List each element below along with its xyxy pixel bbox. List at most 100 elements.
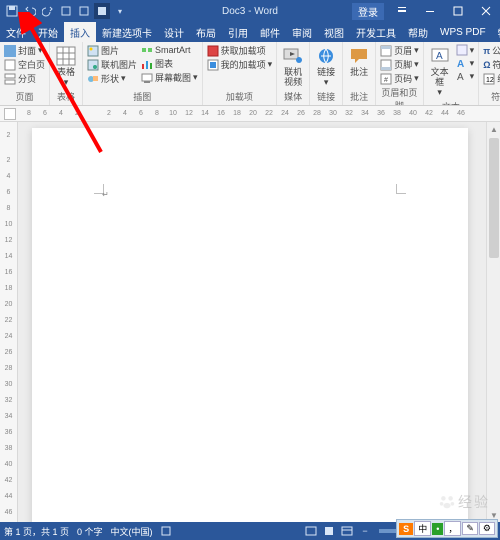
- group-label: 插图: [87, 89, 198, 105]
- picture-button[interactable]: 图片: [87, 44, 137, 57]
- number-button[interactable]: 12编号: [483, 72, 500, 85]
- ime-chip[interactable]: •: [432, 523, 443, 535]
- ime-chip[interactable]: ⚙: [479, 522, 495, 535]
- ime-chip[interactable]: 中: [414, 521, 431, 536]
- redo-icon[interactable]: [40, 3, 56, 19]
- margin-corner-icon: [396, 184, 406, 194]
- group-header-footer: 页眉 ▾ 页脚 ▾ #页码 ▾ 页眉和页脚: [376, 42, 424, 105]
- scroll-up-icon[interactable]: ▲: [487, 122, 500, 136]
- text-parts-button[interactable]: ▾: [456, 44, 475, 56]
- tab-design[interactable]: 设计: [158, 22, 190, 42]
- smartart-button[interactable]: SmartArt: [141, 44, 198, 56]
- chart-button[interactable]: 图表: [141, 57, 198, 70]
- tab-special[interactable]: 特色功能: [492, 22, 500, 42]
- group-tables: 表格▾ 表格: [50, 42, 83, 105]
- page-number-button[interactable]: #页码 ▾: [380, 72, 419, 85]
- group-label: 页面: [4, 89, 45, 105]
- tab-layout[interactable]: 布局: [190, 22, 222, 42]
- ribbon-tabs: 文件 开始 插入 新建选项卡 设计 布局 引用 邮件 审阅 视图 开发工具 帮助…: [0, 22, 500, 42]
- undo-icon[interactable]: [22, 3, 38, 19]
- group-illustrations: 图片 联机图片 形状 ▾ SmartArt 图表 屏幕截图 ▾ 插图: [83, 42, 203, 105]
- paragraph-mark-icon: ↵: [102, 190, 109, 199]
- status-word-count[interactable]: 0 个字: [77, 525, 103, 538]
- group-links: 链接▾ 链接: [310, 42, 343, 105]
- ime-chip[interactable]: S: [399, 523, 413, 535]
- status-language[interactable]: 中文(中国): [111, 525, 153, 538]
- vertical-scrollbar[interactable]: ▲ ▼: [486, 122, 500, 522]
- tab-selector[interactable]: [4, 108, 16, 120]
- group-text: A 文本框▾ ▾ A▾ A▾ 文本: [424, 42, 480, 105]
- save-icon[interactable]: [4, 3, 20, 19]
- maximize-icon[interactable]: [444, 0, 472, 22]
- ime-toolbar[interactable]: S 中 • ， ✎ ⚙: [396, 519, 498, 538]
- close-icon[interactable]: [472, 0, 500, 22]
- my-addins-button[interactable]: 我的加载项 ▾: [207, 58, 273, 71]
- footer-button[interactable]: 页脚 ▾: [380, 58, 419, 71]
- tab-insert[interactable]: 插入: [64, 22, 96, 42]
- qat-button[interactable]: [94, 3, 110, 19]
- document-page[interactable]: ↵: [32, 128, 468, 522]
- qat-more-icon[interactable]: ▾: [112, 3, 128, 19]
- tab-view[interactable]: 视图: [318, 22, 350, 42]
- title-bar: ▾ Doc3 - Word 登录: [0, 0, 500, 22]
- qat-button[interactable]: [76, 3, 92, 19]
- ime-chip[interactable]: ✎: [462, 522, 478, 535]
- group-symbols: π 公式 ▾ Ω 符号 ▾ 12编号 符号: [479, 42, 500, 105]
- vertical-ruler[interactable]: 2246810121416182022242628303234363840424…: [0, 122, 18, 522]
- tab-review[interactable]: 审阅: [286, 22, 318, 42]
- symbol-button[interactable]: Ω 符号 ▾: [483, 58, 500, 71]
- dropcap-button[interactable]: A▾: [456, 70, 475, 82]
- svg-text:A: A: [457, 59, 464, 69]
- tab-home[interactable]: 开始: [32, 22, 64, 42]
- tab-references[interactable]: 引用: [222, 22, 254, 42]
- group-label: 链接: [314, 89, 338, 105]
- print-layout-icon[interactable]: [321, 524, 337, 538]
- zoom-out-icon[interactable]: −: [357, 524, 373, 538]
- equation-button[interactable]: π 公式 ▾: [483, 44, 500, 57]
- comment-button[interactable]: 批注: [347, 44, 371, 79]
- watermark: 经验: [438, 492, 490, 512]
- ime-chip[interactable]: ，: [444, 521, 461, 536]
- online-video-button[interactable]: 联机视频: [281, 44, 305, 89]
- tab-mailings[interactable]: 邮件: [254, 22, 286, 42]
- links-button[interactable]: 链接▾: [314, 44, 338, 89]
- qat-button[interactable]: [58, 3, 74, 19]
- group-label: 媒体: [281, 89, 305, 105]
- group-label: 批注: [347, 89, 371, 105]
- group-label: 文本: [428, 99, 475, 106]
- textbox-button[interactable]: A 文本框▾: [428, 44, 452, 99]
- ribbon-options-icon[interactable]: [388, 0, 416, 22]
- page-break-button[interactable]: 分页: [4, 72, 45, 85]
- tab-file[interactable]: 文件: [0, 22, 32, 42]
- wordart-button[interactable]: A▾: [456, 57, 475, 69]
- svg-text:#: #: [384, 77, 388, 84]
- shapes-button[interactable]: 形状 ▾: [87, 72, 137, 85]
- tab-new[interactable]: 新建选项卡: [96, 22, 158, 42]
- svg-text:A: A: [457, 72, 464, 82]
- window-title: Doc3 - Word: [222, 6, 278, 17]
- cover-page-button[interactable]: 封面 ▾: [4, 44, 45, 57]
- web-layout-icon[interactable]: [339, 524, 355, 538]
- ribbon: 封面 ▾ 空白页 分页 页面 表格▾ 表格 图片 联机图片: [0, 42, 500, 106]
- table-button[interactable]: 表格▾: [54, 44, 78, 89]
- header-button[interactable]: 页眉 ▾: [380, 44, 419, 57]
- read-mode-icon[interactable]: [303, 524, 319, 538]
- online-picture-button[interactable]: 联机图片: [87, 58, 137, 71]
- tab-wps[interactable]: WPS PDF: [434, 22, 492, 42]
- minimize-icon[interactable]: [416, 0, 444, 22]
- tab-help[interactable]: 帮助: [402, 22, 434, 42]
- group-media: 联机视频 媒体: [277, 42, 310, 105]
- macro-icon[interactable]: [161, 526, 171, 536]
- group-label: 符号: [483, 89, 500, 105]
- group-comments: 批注 批注: [343, 42, 376, 105]
- blank-page-button[interactable]: 空白页: [4, 58, 45, 71]
- horizontal-ruler[interactable]: 8642246810121416182022242628303234363840…: [0, 106, 500, 122]
- get-addins-button[interactable]: 获取加载项: [207, 44, 273, 57]
- group-addins: 获取加载项 我的加载项 ▾ 加载项: [203, 42, 278, 105]
- tab-developer[interactable]: 开发工具: [350, 22, 402, 42]
- login-button[interactable]: 登录: [352, 3, 384, 20]
- scrollbar-thumb[interactable]: [489, 138, 499, 258]
- group-label: 表格: [54, 89, 78, 105]
- screenshot-button[interactable]: 屏幕截图 ▾: [141, 71, 198, 84]
- status-page[interactable]: 第 1 页，共 1 页: [4, 525, 69, 538]
